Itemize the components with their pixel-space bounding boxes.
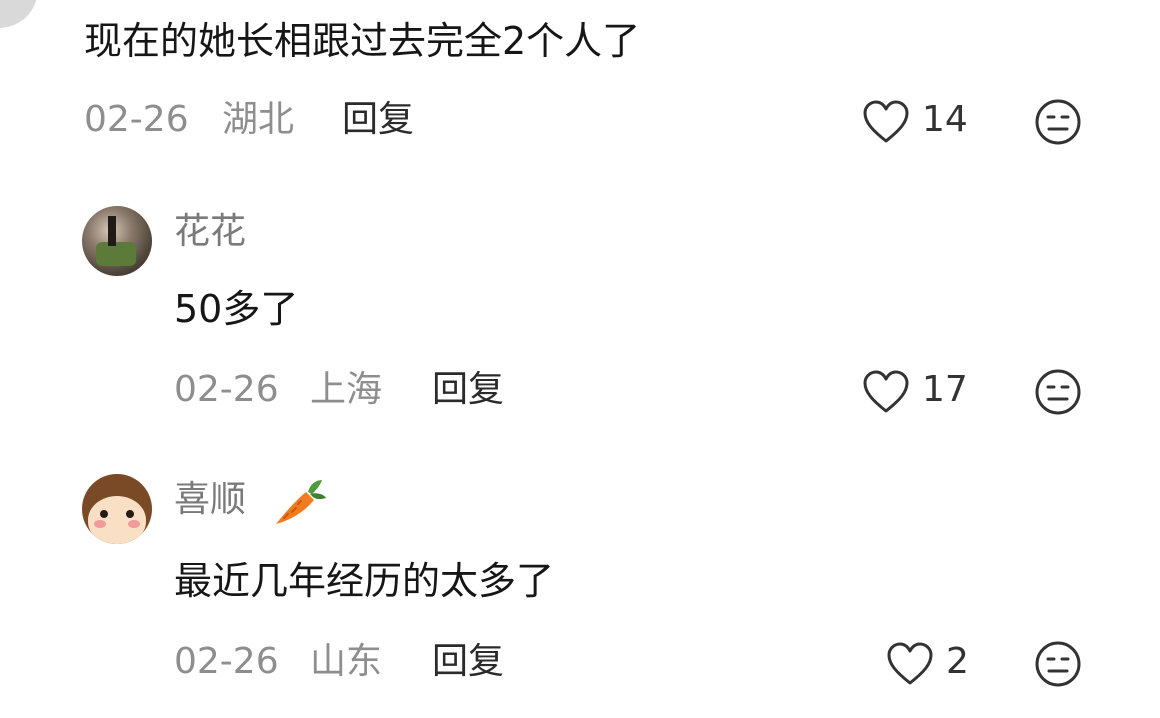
like-count: 2 [946,641,969,682]
comment-text: 现在的她长相跟过去完全2个人了 [84,19,641,63]
avatar[interactable] [82,474,152,544]
heart-icon [887,642,933,685]
comment-date: 02-26 [174,641,279,682]
comment-author[interactable]: 花花 [174,214,246,250]
comment-location: 湖北 [222,99,295,140]
like-count: 17 [922,369,968,410]
comment-item: 喜顺 最近几年经历的太多了 02-26 山东 回复 2 [0,458,1160,718]
dislike-button[interactable] [1034,368,1082,416]
comment-item: 花花 50多了 02-26 上海 回复 17 [0,190,1160,440]
comment-date: 02-26 [84,99,189,140]
comment-text: 50多了 [174,287,299,331]
like-count: 14 [922,99,968,140]
dislike-button[interactable] [1034,98,1082,146]
like-button[interactable] [862,100,910,144]
comment-date: 02-26 [174,369,279,410]
reply-button[interactable]: 回复 [432,372,504,408]
carrot-icon [270,474,330,534]
like-button[interactable] [886,642,934,686]
heart-icon [863,100,909,143]
heart-icon [863,370,909,413]
reply-button[interactable]: 回复 [342,102,414,138]
meh-face-icon [1035,369,1081,415]
dislike-button[interactable] [1034,640,1082,688]
comment-location: 上海 [310,369,383,410]
comment-item: 现在的她长相跟过去完全2个人了 02-26 湖北 回复 14 [0,0,1160,160]
avatar[interactable] [82,206,152,276]
meh-face-icon [1035,641,1081,687]
comment-location: 山东 [310,641,383,682]
comment-author[interactable]: 喜顺 [174,482,246,518]
reply-button[interactable]: 回复 [432,644,504,680]
like-button[interactable] [862,370,910,414]
meh-face-icon [1035,99,1081,145]
comment-text: 最近几年经历的太多了 [174,559,555,603]
